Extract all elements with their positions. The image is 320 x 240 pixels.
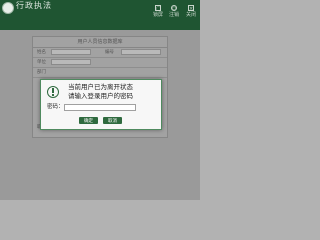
table-row: 单位 <box>33 58 167 68</box>
password-field[interactable] <box>64 104 136 111</box>
row-label: 姓名 <box>37 50 46 55</box>
warning-icon <box>47 86 59 98</box>
confirm-button[interactable]: 确定 <box>79 117 98 124</box>
lock-screen-dialog: 当前用户已为离开状态 请输入登录用户的密码 密码： 确定 取消 <box>40 79 162 130</box>
cancel-button[interactable]: 取消 <box>103 117 122 124</box>
row-value-2 <box>121 49 161 55</box>
power-icon[interactable]: ⏻ <box>171 5 177 12</box>
lock-label: 锁屏 <box>153 12 164 18</box>
row-value <box>51 59 91 65</box>
panel-title: 用户人员信息数据库 <box>33 37 167 48</box>
password-label: 密码： <box>47 104 64 110</box>
row-label: 部门 <box>37 70 46 75</box>
row-value <box>51 49 91 55</box>
logo-icon <box>2 2 14 14</box>
row-label-2: 编号 <box>105 50 114 55</box>
dialog-message-line2: 请输入登录用户的密码 <box>68 92 133 100</box>
lock-icon[interactable]: ▢ <box>155 5 161 12</box>
close-label: 关闭 <box>186 12 197 18</box>
table-row: 部门 <box>33 68 167 78</box>
app-title: 行政执法 <box>16 1 52 10</box>
close-icon[interactable]: × <box>188 5 194 12</box>
dialog-message-line1: 当前用户已为离开状态 <box>68 83 133 91</box>
app-header: 行政执法 ▢ 锁屏 ⏻ 注销 × 关闭 <box>0 0 200 30</box>
row-label: 单位 <box>37 60 46 65</box>
power-label: 注销 <box>169 12 180 18</box>
table-row: 姓名 编号 <box>33 48 167 58</box>
